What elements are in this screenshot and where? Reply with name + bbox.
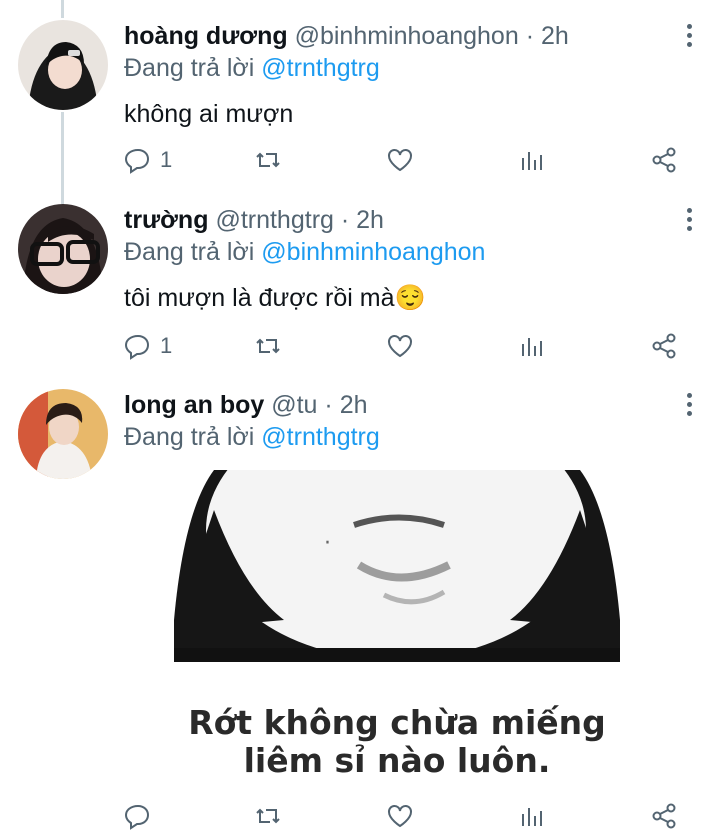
reply-button[interactable] (124, 799, 160, 833)
reply-count: 1 (160, 333, 173, 358)
reply-button[interactable]: 1 (124, 329, 172, 363)
svg-text:·: · (324, 531, 331, 556)
share-button[interactable] (650, 329, 678, 363)
timestamp[interactable]: 2h (340, 391, 368, 419)
more-icon[interactable] (684, 208, 694, 236)
separator-dot: · (324, 391, 333, 419)
analytics-button[interactable] (518, 329, 546, 363)
analytics-icon (522, 338, 542, 356)
mention-link[interactable]: @binhminhoanghon (261, 238, 485, 266)
timestamp[interactable]: 2h (541, 22, 569, 50)
retweet-button[interactable] (254, 143, 282, 177)
share-button[interactable] (650, 799, 678, 833)
reply-icon (124, 334, 150, 360)
tweet[interactable]: hoàng dương @binhminhoanghon · 2h Đang t… (0, 0, 720, 190)
replying-to-label: Đang trả lời (124, 423, 255, 451)
retweet-button[interactable] (254, 329, 282, 363)
display-name[interactable]: long an boy (124, 391, 264, 419)
reply-icon (124, 148, 150, 174)
like-button[interactable] (386, 329, 414, 363)
retweet-icon (256, 338, 280, 354)
retweet-icon (256, 152, 280, 168)
separator-dot: · (525, 22, 535, 50)
tweet-text: tôi mượn là được rồi mà😌 (124, 284, 426, 312)
like-button[interactable] (386, 143, 414, 177)
like-button[interactable] (386, 799, 414, 833)
avatar[interactable] (18, 20, 108, 110)
retweet-button[interactable] (254, 799, 282, 833)
user-handle[interactable]: @binhminhoanghon (295, 22, 519, 50)
media-caption-line-1: Rớt không chừa miếng (188, 703, 606, 742)
separator-dot: · (340, 206, 350, 234)
mention-link[interactable]: @trnthgtrg (261, 423, 379, 451)
media-caption-line-2: liêm sỉ nào luôn. (243, 741, 551, 780)
timestamp[interactable]: 2h (356, 206, 384, 234)
like-icon (388, 335, 412, 358)
replying-to-label: Đang trả lời (124, 54, 255, 82)
analytics-button[interactable] (518, 143, 546, 177)
share-icon (652, 147, 676, 173)
share-button[interactable] (650, 143, 678, 177)
user-handle[interactable]: @tu (271, 391, 317, 419)
like-icon (388, 149, 412, 172)
analytics-icon (522, 808, 542, 826)
tweet-text: không ai mượn (124, 100, 294, 128)
analytics-icon (522, 152, 542, 170)
reply-button[interactable]: 1 (124, 143, 172, 177)
more-icon[interactable] (684, 393, 694, 421)
tweet-media-image[interactable]: · Rớt không chừa miếng liêm sỉ nào luôn. (174, 470, 620, 800)
avatar[interactable] (18, 204, 108, 294)
like-icon (388, 805, 412, 828)
more-icon[interactable] (684, 24, 694, 52)
display-name[interactable]: trường (124, 206, 208, 234)
retweet-icon (256, 808, 280, 824)
avatar[interactable] (18, 389, 108, 479)
replying-to-label: Đang trả lời (124, 238, 255, 266)
reply-icon (124, 804, 150, 830)
user-handle[interactable]: @trnthgtrg (215, 206, 333, 234)
share-icon (652, 803, 676, 829)
analytics-button[interactable] (518, 799, 546, 833)
tweet[interactable]: trường @trnthgtrg · 2h Đang trả lời @bin… (0, 190, 720, 375)
mention-link[interactable]: @trnthgtrg (261, 54, 379, 82)
display-name[interactable]: hoàng dương (124, 22, 288, 50)
share-icon (652, 333, 676, 359)
reply-count: 1 (160, 147, 173, 172)
